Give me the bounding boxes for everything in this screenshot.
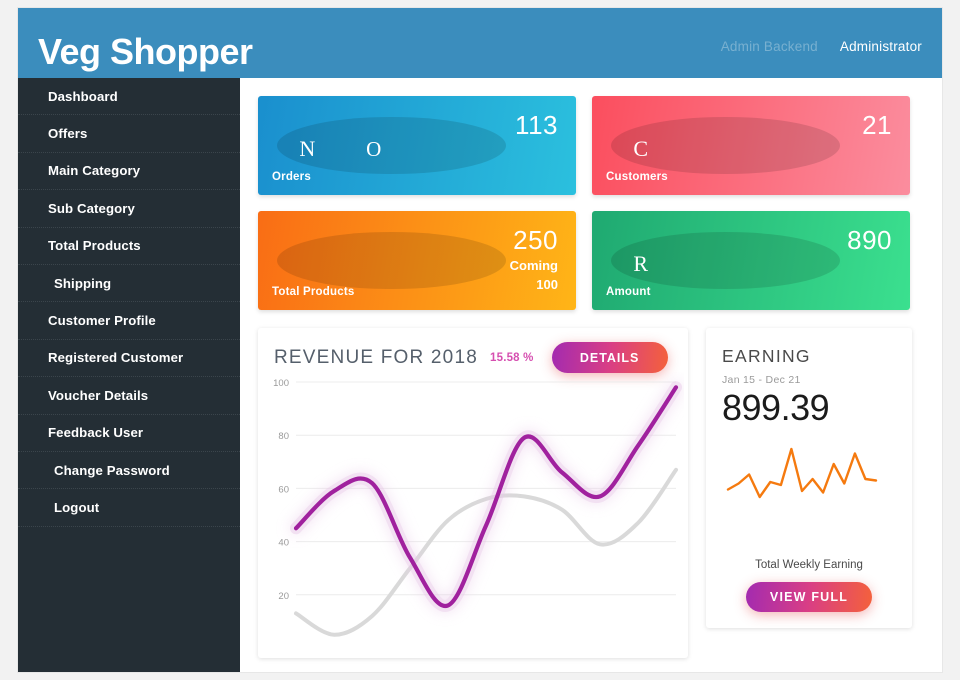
sidebar-item-label: Customer Profile (48, 313, 156, 329)
card-glyph-icon: N (299, 135, 316, 161)
admin-backend-link[interactable]: Admin Backend (721, 39, 818, 54)
revenue-header: REVENUE FOR 2018 15.58 % DETAILS (274, 342, 672, 373)
brand-title: Veg Shopper (38, 31, 253, 72)
sidebar-item-main-category[interactable]: Main Category (18, 153, 240, 191)
administrator-link[interactable]: Administrator (840, 39, 922, 54)
main-content: N O 113 Orders C 21 Customers 250 Coming 100 Total… (240, 78, 942, 672)
stat-card-orders[interactable]: N O 113 Orders (258, 96, 576, 195)
card-label: Customers (606, 171, 668, 183)
stat-card-total-products[interactable]: 250 Coming 100 Total Products (258, 211, 576, 310)
card-label: Total Products (272, 286, 355, 298)
revenue-title: REVENUE FOR 2018 (274, 346, 478, 368)
app-header: Veg Shopper Admin Backend Administrator (18, 8, 942, 78)
sidebar-item-voucher-details[interactable]: Voucher Details (18, 377, 240, 415)
sidebar-item-total-products[interactable]: Total Products (18, 228, 240, 265)
sidebar-item-change-password[interactable]: Change Password (18, 452, 240, 490)
details-button[interactable]: DETAILS (551, 342, 668, 373)
svg-text:40: 40 (278, 538, 289, 549)
sidebar-item-label: Dashboard (48, 88, 118, 104)
earning-panel: EARNING Jan 15 - Dec 21 899.39 Total Wee… (706, 328, 912, 628)
card-sublabel: Coming (509, 258, 558, 273)
svg-text:60: 60 (278, 484, 289, 495)
earning-sparkline (722, 443, 896, 508)
sidebar-item-logout[interactable]: Logout (18, 489, 240, 527)
sidebar-item-offers[interactable]: Offers (18, 115, 240, 153)
sidebar-item-customer-profile[interactable]: Customer Profile (18, 302, 240, 340)
card-label: Amount (606, 286, 651, 298)
revenue-chart-svg: 20 40 60 80 100 (273, 378, 682, 637)
sidebar-item-label: Main Category (48, 163, 141, 179)
revenue-line-chart: 20 40 60 80 100 (266, 372, 684, 662)
sidebar-item-label: Logout (54, 499, 100, 515)
dashboard-panels: REVENUE FOR 2018 15.58 % DETAILS 20 40 60 8… (258, 328, 926, 658)
sidebar-item-label: Total Products (48, 238, 141, 254)
sidebar-item-label: Shipping (54, 275, 112, 291)
svg-text:20: 20 (278, 591, 289, 602)
earning-amount: 899.39 (722, 387, 830, 428)
card-value: 113 (515, 110, 558, 140)
sidebar-nav: Dashboard Offers Main Category Sub Category… (18, 78, 240, 672)
app-window: Veg Shopper Admin Backend Administrator … (18, 8, 942, 672)
stat-card-customers[interactable]: C 21 Customers (592, 96, 910, 195)
sidebar-item-shipping[interactable]: Shipping (18, 265, 240, 303)
sparkline-svg (726, 447, 878, 499)
revenue-panel: REVENUE FOR 2018 15.58 % DETAILS 20 40 60 8… (258, 328, 688, 658)
sidebar-item-label: Sub Category (48, 200, 135, 216)
sidebar-item-label: Registered Customer (48, 350, 184, 366)
card-glyph-icon: C (633, 135, 649, 161)
stat-cards: N O 113 Orders C 21 Customers 250 Coming 100 Total… (258, 96, 926, 310)
sidebar-item-sub-category[interactable]: Sub Category (18, 190, 240, 228)
card-value: 21 (862, 110, 892, 140)
earning-title: EARNING (722, 346, 811, 366)
sidebar-item-feedback-user[interactable]: Feedback User (18, 415, 240, 452)
sidebar-item-label: Voucher Details (48, 387, 149, 403)
header-right-group: Admin Backend Administrator (721, 39, 922, 54)
earning-date-range: Jan 15 - Dec 21 (722, 374, 801, 386)
view-full-button[interactable]: VIEW FULL (746, 582, 872, 612)
sidebar-item-label: Offers (48, 126, 88, 142)
card-glyph2-icon: O (366, 136, 382, 161)
card-value: 890 (847, 225, 892, 255)
sidebar-item-label: Feedback User (48, 425, 144, 441)
card-glyph-icon: R (633, 250, 649, 276)
card-value: 250 (513, 225, 558, 255)
card-subvalue: 100 (536, 277, 558, 292)
stat-card-amount[interactable]: R 890 Amount (592, 211, 910, 310)
sidebar-item-registered-customer[interactable]: Registered Customer (18, 340, 240, 378)
sidebar-item-dashboard[interactable]: Dashboard (18, 78, 240, 116)
revenue-percent-badge: 15.58 % (490, 351, 534, 364)
earning-caption: Total Weekly Earning (755, 559, 863, 571)
sidebar-item-label: Change Password (54, 462, 170, 478)
card-label: Orders (272, 171, 311, 183)
svg-text:100: 100 (273, 378, 289, 389)
svg-text:80: 80 (278, 431, 289, 442)
card-blob-decoration (277, 231, 507, 290)
